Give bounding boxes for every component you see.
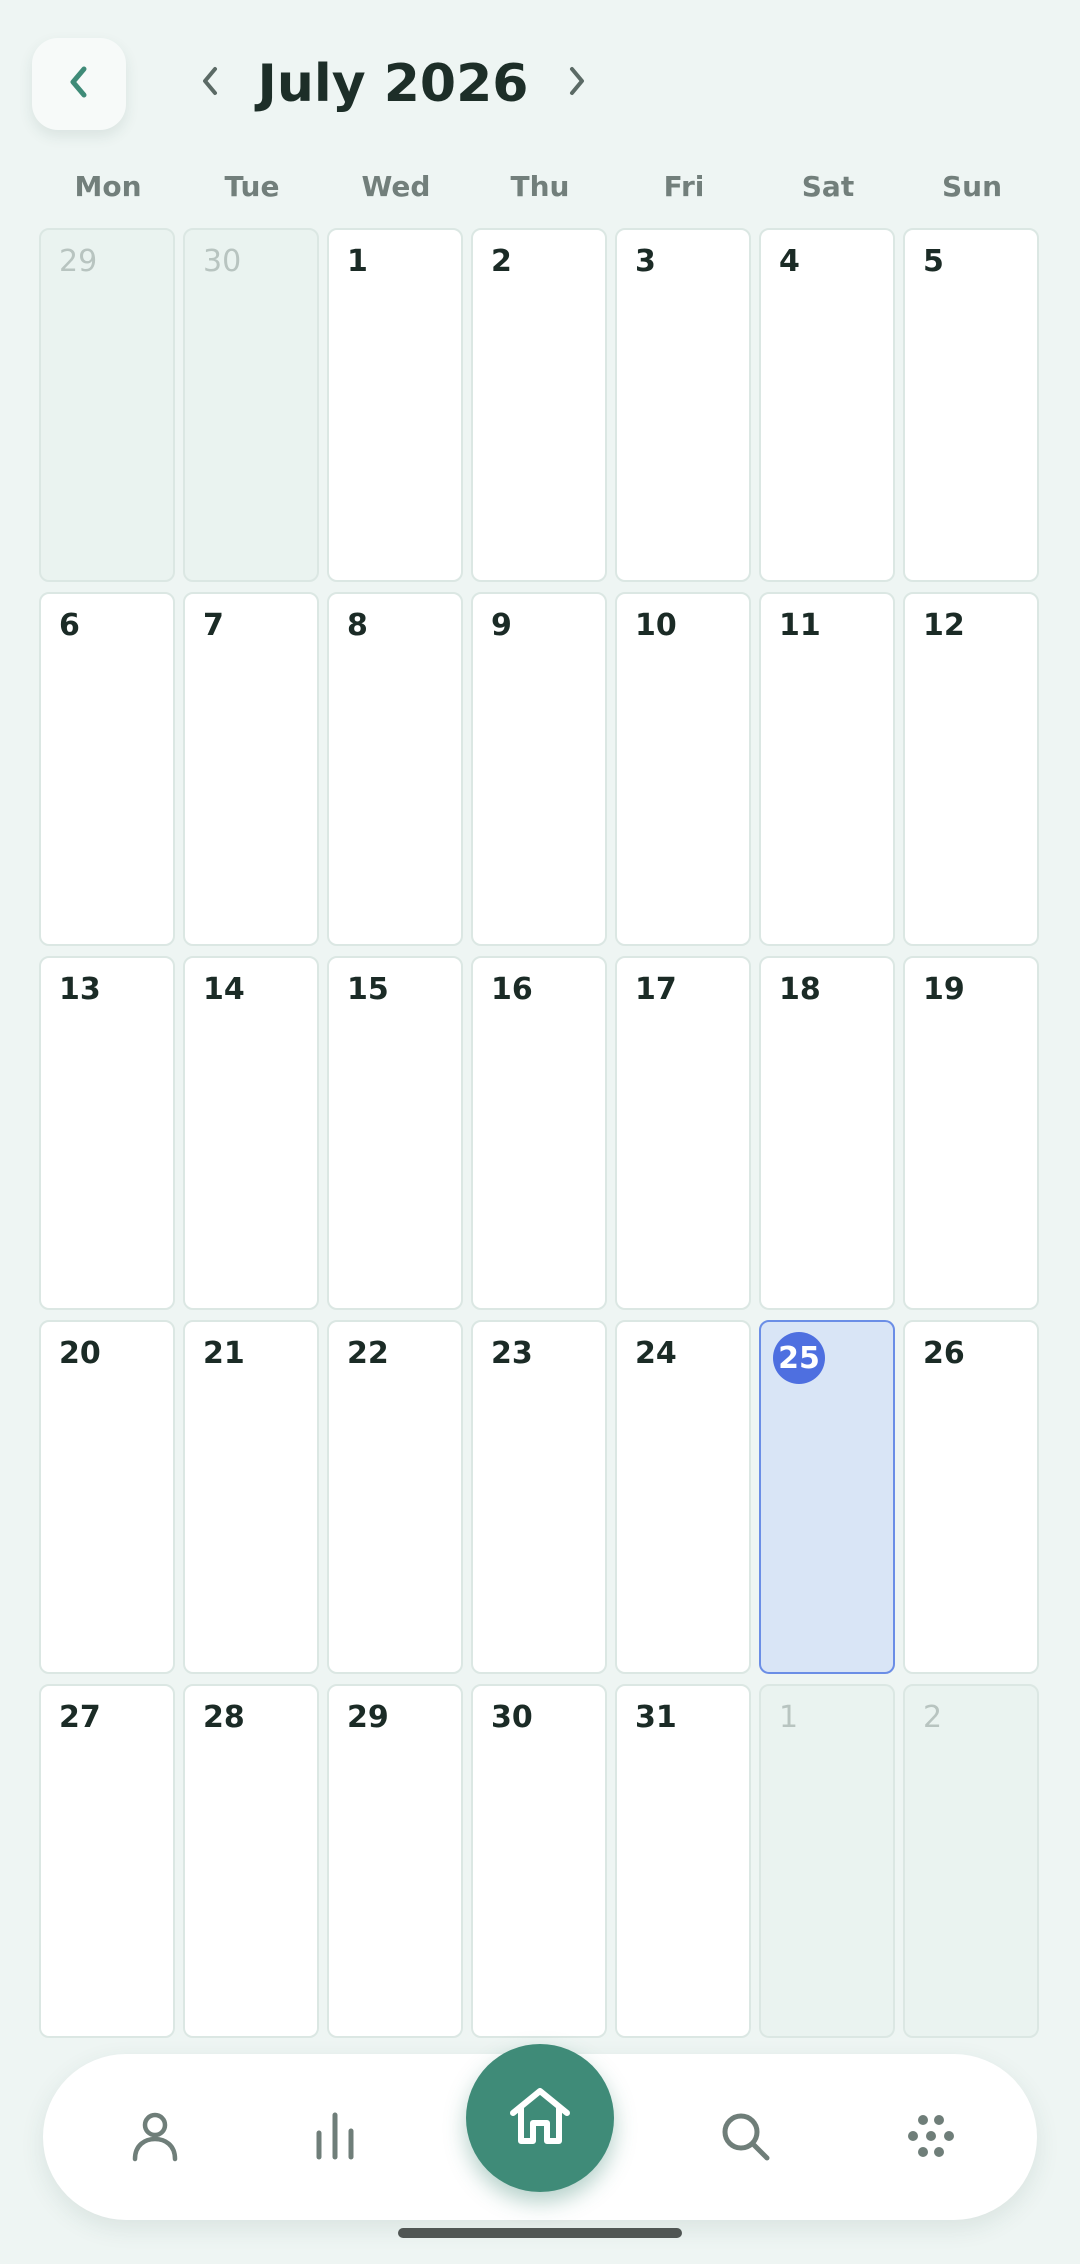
- day-number: 17: [635, 972, 677, 1007]
- day-number: 24: [635, 1336, 677, 1371]
- day-number: 12: [923, 608, 965, 643]
- month-title[interactable]: July 2026: [240, 44, 546, 124]
- nav-search[interactable]: [715, 2108, 775, 2168]
- day-number: 7: [203, 608, 224, 643]
- calendar-grid: 29 30 1 2 3 4 5 6 7 8 9 10 11 12 13 14 15 16 17 18 19 20 21 22 2…: [39, 228, 1039, 2040]
- weekday-label: Tue: [224, 170, 280, 203]
- day-number: 6: [59, 608, 80, 643]
- apps-icon: [903, 2108, 959, 2168]
- calendar-day[interactable]: 3: [615, 228, 751, 582]
- day-number: 19: [923, 972, 965, 1007]
- chevron-left-icon: [196, 63, 224, 103]
- weekday-label: Thu: [510, 170, 570, 203]
- calendar-day-today[interactable]: 25: [759, 1320, 895, 1674]
- calendar-day[interactable]: 13: [39, 956, 175, 1310]
- day-number: 13: [59, 972, 101, 1007]
- home-button[interactable]: [466, 2044, 614, 2192]
- calendar-day[interactable]: 15: [327, 956, 463, 1310]
- calendar-day-other-month[interactable]: 2: [903, 1684, 1039, 2038]
- calendar-day[interactable]: 22: [327, 1320, 463, 1674]
- calendar-day[interactable]: 24: [615, 1320, 751, 1674]
- calendar-day[interactable]: 9: [471, 592, 607, 946]
- chevron-right-icon: [563, 63, 591, 103]
- day-number: 26: [923, 1336, 965, 1371]
- home-indicator: [398, 2228, 682, 2238]
- home-icon: [507, 2085, 573, 2151]
- day-number: 1: [347, 244, 368, 279]
- calendar-day[interactable]: 20: [39, 1320, 175, 1674]
- back-button[interactable]: [32, 38, 126, 130]
- next-month-button[interactable]: [552, 58, 602, 108]
- day-number: 23: [491, 1336, 533, 1371]
- calendar-day[interactable]: 7: [183, 592, 319, 946]
- stats-icon: [309, 2109, 361, 2167]
- day-number: 29: [59, 244, 98, 279]
- calendar-day[interactable]: 10: [615, 592, 751, 946]
- calendar-day[interactable]: 5: [903, 228, 1039, 582]
- calendar-day[interactable]: 14: [183, 956, 319, 1310]
- calendar-day[interactable]: 6: [39, 592, 175, 946]
- day-number: 3: [635, 244, 656, 279]
- calendar-day[interactable]: 18: [759, 956, 895, 1310]
- calendar-day[interactable]: 11: [759, 592, 895, 946]
- calendar-day[interactable]: 19: [903, 956, 1039, 1310]
- day-number: 4: [779, 244, 800, 279]
- calendar-day[interactable]: 31: [615, 1684, 751, 2038]
- weekday-label: Sun: [941, 170, 1003, 203]
- calendar-day[interactable]: 23: [471, 1320, 607, 1674]
- calendar-day-other-month[interactable]: 30: [183, 228, 319, 582]
- day-number: 2: [923, 1700, 943, 1735]
- profile-icon: [129, 2109, 181, 2167]
- search-icon: [717, 2108, 773, 2168]
- calendar-day[interactable]: 27: [39, 1684, 175, 2038]
- calendar-day[interactable]: 16: [471, 956, 607, 1310]
- chevron-left-icon: [64, 64, 94, 104]
- weekday-label: Mon: [74, 170, 142, 203]
- day-number: 18: [779, 972, 821, 1007]
- day-number: 21: [203, 1336, 245, 1371]
- day-number: 8: [347, 608, 368, 643]
- day-number: 5: [923, 244, 944, 279]
- nav-stats[interactable]: [305, 2108, 365, 2168]
- calendar-day[interactable]: 17: [615, 956, 751, 1310]
- calendar-day[interactable]: 30: [471, 1684, 607, 2038]
- calendar-day-other-month[interactable]: 1: [759, 1684, 895, 2038]
- calendar-day[interactable]: 2: [471, 228, 607, 582]
- calendar-day-other-month[interactable]: 29: [39, 228, 175, 582]
- weekday-label: Sat: [801, 170, 855, 203]
- day-number: 30: [203, 244, 242, 279]
- day-number: 29: [347, 1700, 389, 1735]
- weekday-label: Wed: [361, 170, 431, 203]
- weekday-header: Mon Tue Wed Thu Fri Sat Sun: [39, 170, 1039, 210]
- day-number: 30: [491, 1700, 533, 1735]
- day-number: 9: [491, 608, 512, 643]
- calendar-day[interactable]: 26: [903, 1320, 1039, 1674]
- day-number: 28: [203, 1700, 245, 1735]
- previous-month-button[interactable]: [185, 58, 235, 108]
- day-number: 25: [773, 1332, 825, 1384]
- calendar-day[interactable]: 21: [183, 1320, 319, 1674]
- calendar-day[interactable]: 29: [327, 1684, 463, 2038]
- day-number: 20: [59, 1336, 101, 1371]
- day-number: 16: [491, 972, 533, 1007]
- nav-profile[interactable]: [125, 2108, 185, 2168]
- weekday-label: Fri: [663, 170, 705, 203]
- calendar-day[interactable]: 12: [903, 592, 1039, 946]
- day-number: 11: [779, 608, 821, 643]
- day-number: 2: [491, 244, 512, 279]
- calendar-day[interactable]: 8: [327, 592, 463, 946]
- calendar-day[interactable]: 1: [327, 228, 463, 582]
- day-number: 27: [59, 1700, 101, 1735]
- day-number: 31: [635, 1700, 677, 1735]
- day-number: 15: [347, 972, 389, 1007]
- day-number: 14: [203, 972, 245, 1007]
- calendar-day[interactable]: 28: [183, 1684, 319, 2038]
- nav-apps[interactable]: [901, 2108, 961, 2168]
- calendar-day[interactable]: 4: [759, 228, 895, 582]
- day-number: 1: [779, 1700, 799, 1735]
- day-number: 22: [347, 1336, 389, 1371]
- day-number: 10: [635, 608, 677, 643]
